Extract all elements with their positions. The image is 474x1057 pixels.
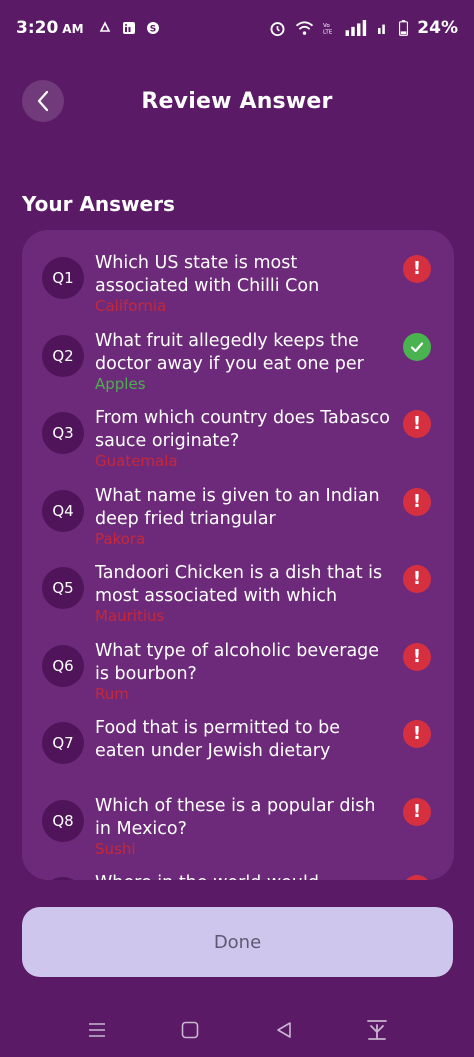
- back-button[interactable]: [22, 80, 64, 122]
- status-notification-icons: S: [98, 21, 160, 35]
- square-icon: [181, 1021, 199, 1039]
- answers-card[interactable]: Q1 Which US state is most associated with…: [22, 230, 454, 880]
- question-number-badge: Q5: [42, 567, 84, 609]
- signal-2-icon: [378, 24, 386, 34]
- system-nav-bar: [0, 1010, 474, 1050]
- question-text: Which US state is most associated with C…: [95, 253, 320, 296]
- check-badge-icon: [403, 332, 431, 361]
- answer-row[interactable]: Q1 Which US state is most associated with…: [22, 252, 454, 330]
- exclamation-icon: !: [403, 875, 431, 880]
- answers-list: Q1 Which US state is most associated with…: [22, 252, 454, 880]
- triangle-back-icon: [276, 1022, 291, 1038]
- question-text: What type of alcoholic beverage is bourb…: [95, 640, 380, 684]
- answer-row[interactable]: Q4 What name is given to an Indian deep f…: [22, 485, 454, 563]
- question-text: Tandoori Chicken is a dish that is most …: [95, 563, 383, 606]
- status-time: 3:20 AM: [16, 18, 84, 38]
- question-number-badge: Q7: [42, 722, 84, 764]
- answer-row[interactable]: Q6 What type of alcoholic beverage is bou…: [22, 640, 454, 718]
- exclamation-icon: !: [403, 720, 431, 748]
- given-answer: Rum: [95, 684, 129, 703]
- status-system-icons: Vo LTE 24%: [269, 18, 458, 38]
- given-answer: Pakora: [95, 529, 146, 548]
- question-text: From which country does Tabasco sauce or…: [95, 408, 391, 451]
- question-text: Food that is permitted to be eaten under…: [95, 718, 341, 761]
- exclamation-icon: !: [403, 410, 431, 438]
- question-number-badge: Q3: [42, 412, 84, 454]
- question-text: Which of these is a popular dish in Mexi…: [95, 795, 376, 839]
- answer-row[interactable]: Q5 Tandoori Chicken is a dish that is mos…: [22, 562, 454, 640]
- given-answer: Guatemala: [95, 452, 178, 470]
- arrow-down-bar-icon: [367, 1020, 388, 1040]
- question-number-badge: Q8: [42, 799, 84, 842]
- answer-row[interactable]: Q9 Where in the world would!: [22, 872, 454, 880]
- volte-icon: VoLTE: [323, 23, 333, 35]
- menu-icon: [88, 1023, 105, 1037]
- signal-icon: [345, 20, 367, 36]
- given-answer: Mauritius: [95, 607, 165, 625]
- header: Review Answer: [0, 78, 474, 124]
- svg-text:S: S: [149, 25, 155, 35]
- answer-row[interactable]: Q8 Which of these is a popular dish in Me…: [22, 795, 454, 873]
- notification-pulldown-button[interactable]: [362, 1015, 392, 1045]
- page-title: Review Answer: [141, 88, 333, 114]
- question-number-badge: Q1: [42, 257, 84, 299]
- svg-text:LTE: LTE: [323, 30, 333, 35]
- answer-row[interactable]: Q2 What fruit allegedly keeps the doctor …: [22, 330, 454, 408]
- answer-row[interactable]: Q3 From which country does Tabasco sauce …: [22, 407, 454, 485]
- battery-percent: 24%: [417, 18, 458, 38]
- linkedin-icon: [122, 22, 135, 34]
- svg-text:Vo: Vo: [323, 23, 330, 29]
- skype-icon: S: [146, 22, 159, 35]
- question-text: What name is given to an Indian deep fri…: [95, 485, 380, 529]
- exclamation-icon: !: [403, 642, 431, 671]
- question-text: Where in the world would: [95, 872, 395, 880]
- question-number-badge: Q9: [42, 877, 84, 880]
- recents-button[interactable]: [82, 1015, 112, 1045]
- alarm-icon: [270, 21, 285, 36]
- exclamation-icon: !: [403, 487, 431, 516]
- status-bar: 3:20 AM S Vo LTE 24%: [0, 0, 474, 56]
- given-answer: Apples: [95, 374, 146, 393]
- question-number-badge: Q4: [42, 489, 84, 532]
- done-button[interactable]: Done: [22, 907, 453, 977]
- question-number-badge: Q6: [42, 644, 84, 687]
- exclamation-icon: !: [403, 797, 431, 826]
- given-answer: California: [95, 297, 167, 315]
- back-nav-button[interactable]: [269, 1015, 299, 1045]
- home-button[interactable]: [175, 1015, 205, 1045]
- answer-row[interactable]: Q7 Food that is permitted to be eaten und…: [22, 717, 454, 795]
- section-title: Your Answers: [22, 192, 175, 216]
- question-text: What fruit allegedly keeps the doctor aw…: [95, 330, 364, 374]
- question-number-badge: Q2: [42, 334, 84, 377]
- exclamation-icon: !: [403, 255, 431, 283]
- exclamation-icon: !: [403, 565, 431, 593]
- wifi-icon: [296, 21, 314, 35]
- chevron-left-icon: [37, 90, 49, 112]
- recycle-icon: [99, 21, 110, 32]
- given-answer: Sushi: [95, 839, 136, 858]
- battery-icon: [399, 20, 409, 36]
